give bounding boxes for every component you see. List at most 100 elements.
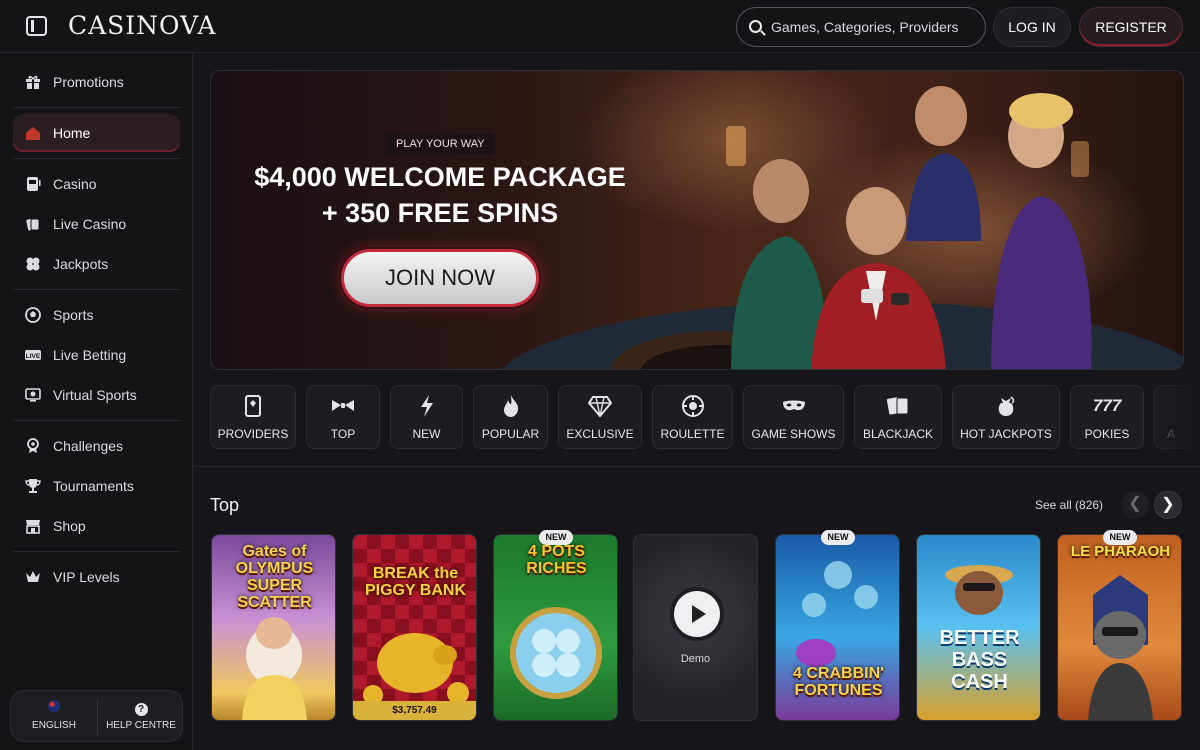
help-centre-button[interactable]: ? HELP CENTRE xyxy=(98,699,184,731)
sidebar-item-challenges[interactable]: Challenges xyxy=(13,427,180,465)
category-label: BLACKJACK xyxy=(862,427,934,441)
chevron-left-icon: ❮ xyxy=(1128,495,1142,512)
sidebar-divider xyxy=(13,420,180,421)
sidebar-item-label: Sports xyxy=(53,307,94,323)
sidebar-item-shop[interactable]: Shop xyxy=(13,507,180,545)
virtual-screen-icon xyxy=(25,387,41,403)
jackpot-amount: $3,757.49 xyxy=(353,701,476,720)
login-button[interactable]: LOG IN xyxy=(993,7,1071,47)
game-card-break-the-piggy-bank[interactable]: BREAK the PIGGY BANK $3,757.49 xyxy=(352,534,477,721)
sidebar-divider xyxy=(13,289,180,290)
sidebar-item-promotions[interactable]: Promotions xyxy=(13,63,180,101)
clover-icon xyxy=(25,256,41,272)
logo[interactable]: CASINOVA xyxy=(68,11,217,40)
sidebar-item-virtual-sports[interactable]: Virtual Sports xyxy=(13,376,180,414)
game-card-better-bass-cash[interactable]: BETTER BASS CASH xyxy=(916,534,1041,721)
carousel-prev-button[interactable]: ❮ xyxy=(1121,491,1149,519)
sidebar-item-live-casino[interactable]: Live Casino xyxy=(13,205,180,243)
diamond-icon xyxy=(559,395,641,423)
hero-title-line1: $4,000 WELCOME PACKAGE xyxy=(254,162,626,192)
see-all-link[interactable]: See all (826) xyxy=(1035,498,1103,512)
game-art xyxy=(510,607,602,699)
sidebar-item-label: Virtual Sports xyxy=(53,387,137,403)
category-label: POPULAR xyxy=(481,427,540,441)
sidebar-divider xyxy=(13,107,180,108)
game-art xyxy=(242,617,307,720)
register-button[interactable]: REGISTER xyxy=(1079,7,1183,47)
chevron-right-icon: ❯ xyxy=(1161,496,1175,513)
sidebar-item-casino[interactable]: Casino xyxy=(13,165,180,203)
top-header: CASINOVA Games, Categories, Providers LO… xyxy=(0,0,1200,53)
sidebar-item-sports[interactable]: Sports xyxy=(13,296,180,334)
hero-banner[interactable]: PLAY YOUR WAY $4,000 WELCOME PACKAGE + 3… xyxy=(210,70,1184,370)
category-hot-jackpots[interactable]: HOT JACKPOTS xyxy=(952,385,1060,449)
category-label: GAME SHOWS xyxy=(751,427,836,441)
game-card-le-pharaoh[interactable]: LE PHARAOH xyxy=(1057,534,1182,721)
search-input[interactable]: Games, Categories, Providers xyxy=(736,7,986,47)
category-game-shows[interactable]: GAME SHOWS xyxy=(743,385,844,449)
game-card-4-crabbin-fortunes[interactable]: 4 CRABBIN' FORTUNES xyxy=(775,534,900,721)
category-label: TOP xyxy=(330,427,356,441)
category-scroll-fade xyxy=(1150,385,1200,449)
lightning-icon xyxy=(391,395,462,423)
sidebar-divider xyxy=(13,158,180,159)
category-label: NEW xyxy=(412,427,441,441)
play-icon[interactable] xyxy=(674,591,720,637)
sidebar: Promotions Home Casino Live Casino Jackp… xyxy=(0,53,193,750)
sevens-icon: 777 xyxy=(1092,396,1122,415)
flame-icon xyxy=(474,395,547,423)
sidebar-item-tournaments[interactable]: Tournaments xyxy=(13,467,180,505)
game-title: 4 CRABBIN' FORTUNES xyxy=(793,665,884,699)
sidebar-item-label: Jackpots xyxy=(53,256,109,272)
sidebar-toggle-icon[interactable] xyxy=(26,16,47,36)
sidebar-item-jackpots[interactable]: Jackpots xyxy=(13,245,180,283)
bowtie-icon xyxy=(307,395,379,423)
hero-title-line2: + 350 FREE SPINS xyxy=(321,198,559,228)
sidebar-item-label: Home xyxy=(53,125,91,141)
sidebar-divider xyxy=(13,551,180,552)
game-card-gates-of-olympus[interactable]: Gates of OLYMPUS SUPER SCATTER xyxy=(211,534,336,721)
game-art xyxy=(363,633,469,705)
new-badge: NEW xyxy=(821,530,855,545)
trophy-icon xyxy=(25,478,41,494)
gift-icon xyxy=(25,74,41,90)
sidebar-item-home[interactable]: Home xyxy=(13,114,180,152)
roulette-icon xyxy=(653,395,732,423)
category-label: ROULETTE xyxy=(660,427,725,441)
sidebar-item-label: Promotions xyxy=(53,74,124,90)
cards-icon xyxy=(855,395,941,423)
shop-icon xyxy=(25,518,41,534)
join-now-button[interactable]: JOIN NOW xyxy=(341,249,539,307)
game-title: BETTER BASS CASH xyxy=(939,627,1020,693)
new-badge: NEW xyxy=(1103,530,1137,545)
new-badge: NEW xyxy=(539,530,573,545)
crown-icon xyxy=(25,569,41,585)
hot-bag-icon xyxy=(953,395,1059,423)
category-providers[interactable]: PROVIDERS xyxy=(210,385,296,449)
sidebar-item-label: Live Casino xyxy=(53,216,127,232)
live-badge-icon: LIVE xyxy=(25,347,41,363)
sidebar-item-vip-levels[interactable]: VIP Levels xyxy=(13,558,180,596)
carousel-next-button[interactable]: ❯ xyxy=(1154,491,1182,519)
game-card-demo[interactable]: Demo xyxy=(633,534,758,721)
category-roulette[interactable]: ROULETTE xyxy=(652,385,733,449)
game-card-4-pots-riches[interactable]: 4 POTS RICHES xyxy=(493,534,618,721)
category-label: EXCLUSIVE xyxy=(566,427,634,441)
help-label: HELP CENTRE xyxy=(106,720,176,731)
search-icon xyxy=(749,20,762,33)
sidebar-item-live-betting[interactable]: LIVE Live Betting xyxy=(13,336,180,374)
sidebar-item-label: Challenges xyxy=(53,438,124,454)
category-blackjack[interactable]: BLACKJACK xyxy=(854,385,942,449)
category-popular[interactable]: POPULAR xyxy=(473,385,548,449)
language-selector[interactable]: ENGLISH xyxy=(11,699,97,731)
game-art xyxy=(1088,575,1153,720)
category-top[interactable]: TOP xyxy=(306,385,380,449)
category-new[interactable]: NEW xyxy=(390,385,463,449)
category-pokies[interactable]: 777 POKIES xyxy=(1070,385,1144,449)
content-divider xyxy=(194,466,1200,467)
sidebar-item-label: Live Betting xyxy=(53,347,127,363)
soccer-ball-icon xyxy=(25,307,41,323)
demo-label: Demo xyxy=(680,653,711,665)
category-exclusive[interactable]: EXCLUSIVE xyxy=(558,385,642,449)
search-placeholder: Games, Categories, Providers xyxy=(771,19,959,35)
